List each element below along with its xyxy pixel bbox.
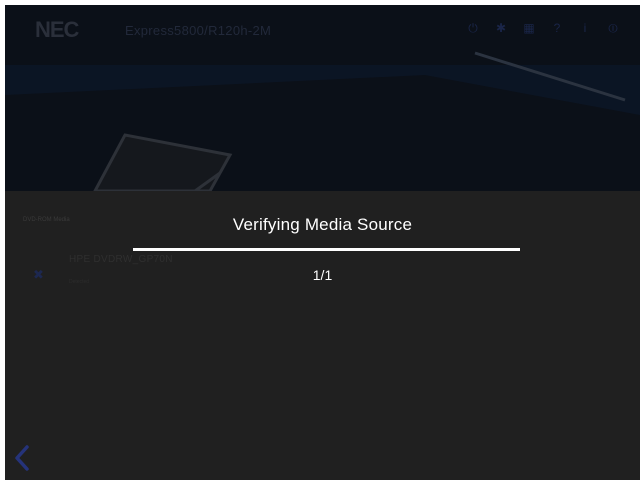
progress-count: 1/1 (312, 267, 333, 283)
app-screen: NEC Express5800/R120h-2M ⏻ ✱ ▦ ? i ⏼ DVD… (5, 5, 640, 480)
progress-fill (133, 248, 520, 251)
brand-logo: NEC (35, 17, 79, 42)
back-button[interactable] (11, 443, 33, 473)
dialog-title: Verifying Media Source (232, 215, 413, 234)
power-icon[interactable]: ⏻ (466, 21, 480, 35)
chevron-left-icon (15, 445, 29, 471)
model-name: Express5800/R120h-2M (125, 23, 272, 38)
progress-bar (133, 248, 520, 251)
settings-icon[interactable]: ✱ (494, 21, 508, 35)
info-icon[interactable]: i (578, 21, 592, 35)
help-icon[interactable]: ? (550, 21, 564, 35)
shutdown-icon[interactable]: ⏼ (606, 21, 620, 35)
header-banner: NEC Express5800/R120h-2M ⏻ ✱ ▦ ? i ⏼ (5, 5, 640, 191)
device-name[interactable]: HPE DVDRW_GP70N (69, 254, 173, 265)
grid-icon[interactable]: ▦ (522, 21, 536, 35)
header-toolbar: ⏻ ✱ ▦ ? i ⏼ (466, 21, 620, 35)
